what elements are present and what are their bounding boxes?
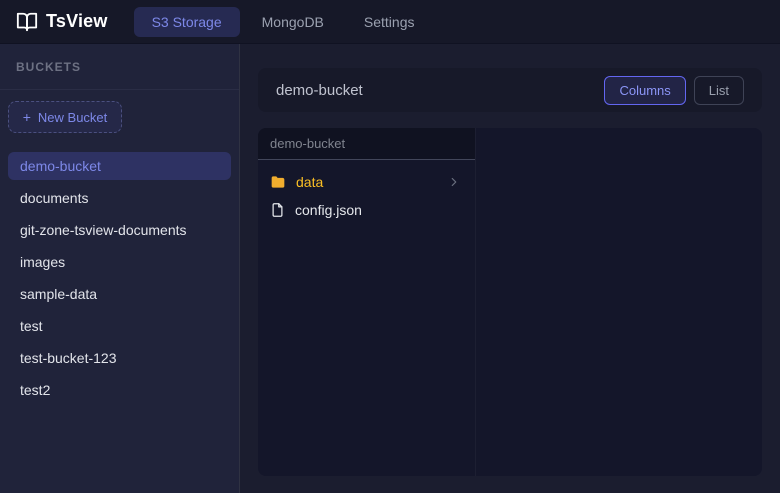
sidebar-body: + New Bucket demo-bucket documents git-z… [0, 90, 239, 417]
column-header: demo-bucket [258, 128, 475, 160]
book-open-icon [16, 11, 38, 33]
columns-view-button[interactable]: Columns [604, 76, 685, 105]
list-view-button[interactable]: List [694, 76, 744, 105]
bucket-item-git-zone-tsview-documents[interactable]: git-zone-tsview-documents [8, 216, 231, 244]
file-browser-panel: demo-bucket data [258, 128, 762, 476]
browser-column: demo-bucket data [258, 128, 476, 476]
new-bucket-label: New Bucket [38, 110, 107, 125]
buckets-section-title: BUCKETS [16, 60, 81, 74]
bucket-toolbar: demo-bucket Columns List [258, 68, 762, 112]
sidebar-header: BUCKETS [0, 44, 239, 90]
tab-settings[interactable]: Settings [346, 7, 433, 37]
bucket-item-demo-bucket[interactable]: demo-bucket [8, 152, 231, 180]
plus-icon: + [23, 110, 31, 124]
file-icon [270, 202, 285, 218]
view-toggle: Columns List [604, 76, 744, 105]
buckets-sidebar: BUCKETS + New Bucket demo-bucket documen… [0, 44, 240, 493]
entry-data-folder[interactable]: data [258, 168, 475, 196]
bucket-item-test-bucket-123[interactable]: test-bucket-123 [8, 344, 231, 372]
main-nav: S3 Storage MongoDB Settings [134, 7, 433, 37]
tab-mongodb[interactable]: MongoDB [244, 7, 342, 37]
top-bar: TsView S3 Storage MongoDB Settings [0, 0, 780, 44]
bucket-item-test2[interactable]: test2 [8, 376, 231, 404]
bucket-item-sample-data[interactable]: sample-data [8, 280, 231, 308]
column-body: data [258, 160, 475, 232]
entry-label: data [296, 174, 437, 190]
entry-config-json-file[interactable]: config.json [258, 196, 475, 224]
folder-icon [270, 174, 286, 190]
bucket-list: demo-bucket documents git-zone-tsview-do… [8, 152, 231, 404]
app-title: TsView [46, 11, 108, 32]
app-logo: TsView [16, 11, 108, 33]
bucket-item-documents[interactable]: documents [8, 184, 231, 212]
app-window: TsView S3 Storage MongoDB Settings BUCKE… [0, 0, 780, 493]
tab-s3-storage[interactable]: S3 Storage [134, 7, 240, 37]
bucket-item-test[interactable]: test [8, 312, 231, 340]
bucket-item-images[interactable]: images [8, 248, 231, 276]
entry-label: config.json [295, 202, 461, 218]
main-panel: demo-bucket Columns List demo-bucket [240, 44, 780, 493]
content-area: BUCKETS + New Bucket demo-bucket documen… [0, 44, 780, 493]
new-bucket-button[interactable]: + New Bucket [8, 101, 122, 133]
bucket-title: demo-bucket [276, 82, 363, 99]
chevron-right-icon [447, 175, 461, 189]
